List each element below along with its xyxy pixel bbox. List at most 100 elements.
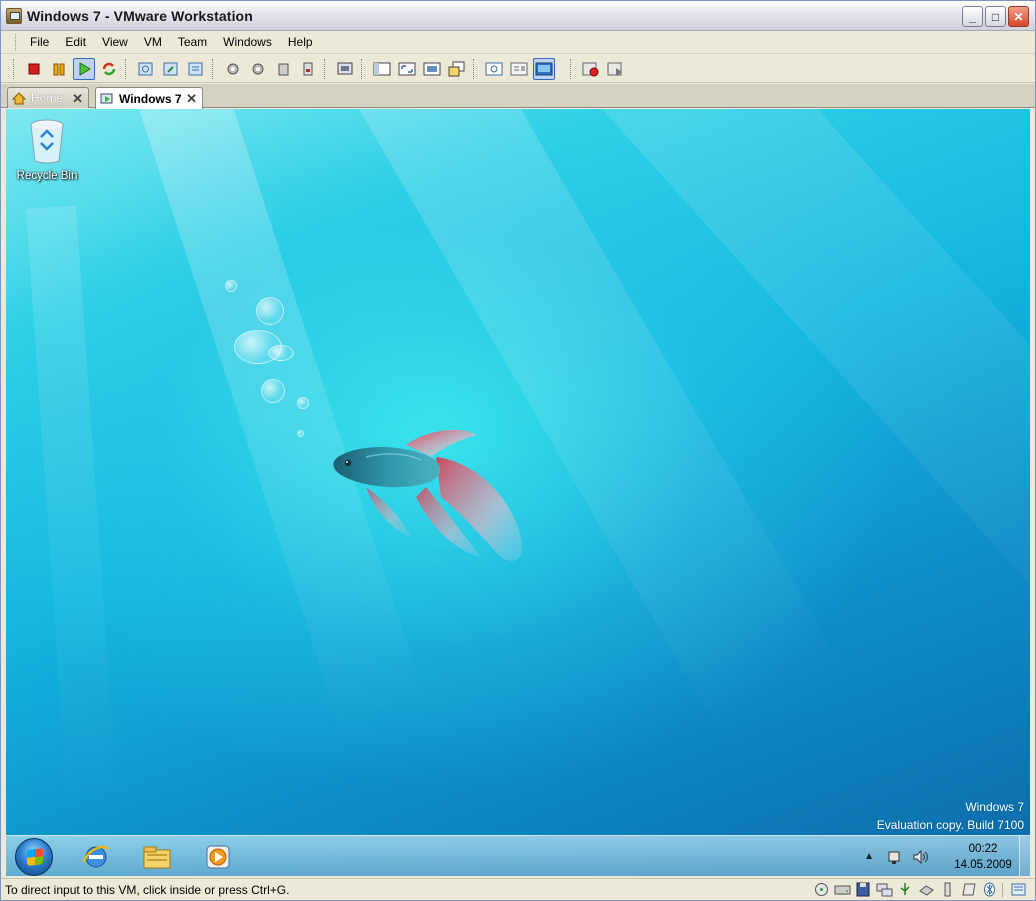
vm-console[interactable]: Recycle Bin Windows 7 Evaluation copy. B… <box>6 109 1030 876</box>
status-bar: To direct input to this VM, click inside… <box>1 878 1035 900</box>
tab-home-close-icon[interactable]: ✕ <box>72 91 83 107</box>
explorer-folder-icon <box>143 846 171 869</box>
suspend-button[interactable] <box>48 58 70 80</box>
tab-home-label: Home <box>31 91 64 105</box>
menu-help[interactable]: Help <box>280 33 321 51</box>
quick-switch-icon <box>423 62 440 75</box>
quick-switch-button[interactable] <box>421 58 443 80</box>
unity-button[interactable] <box>446 58 468 80</box>
start-button[interactable] <box>15 838 53 876</box>
snapshot-manager-button[interactable] <box>185 58 207 80</box>
taskbar-pin-internet-explorer[interactable] <box>78 840 114 874</box>
volume-icon[interactable] <box>912 849 930 865</box>
vmware-window: Windows 7 - VMware Workstation _ □ ✕ Fil… <box>0 0 1036 901</box>
power-on-button[interactable] <box>72 57 95 80</box>
recycle-bin-icon <box>30 119 64 164</box>
tab-windows-7-label: Windows 7 <box>119 91 182 106</box>
reset-button[interactable] <box>98 58 120 80</box>
console-view-button[interactable] <box>532 57 555 80</box>
power-off-button[interactable] <box>23 58 45 80</box>
window-title: Windows 7 - VMware Workstation <box>27 7 253 24</box>
team-button-3[interactable] <box>272 58 294 80</box>
menu-file[interactable]: File <box>22 33 57 51</box>
taskbar-pin-media-player[interactable] <box>200 840 236 874</box>
console-right-border <box>1030 109 1035 876</box>
title-bar[interactable]: Windows 7 - VMware Workstation _ □ ✕ <box>1 1 1035 31</box>
clock-date: 14.05.2009 <box>954 858 1012 871</box>
summary-icon <box>485 62 502 75</box>
team-button-2[interactable] <box>247 58 269 80</box>
show-sidebar-button[interactable] <box>371 58 393 80</box>
maximize-button[interactable]: □ <box>985 6 1006 27</box>
full-screen-button[interactable] <box>396 58 418 80</box>
capture-button[interactable] <box>334 58 356 80</box>
serial-port-icon[interactable] <box>960 882 977 897</box>
summary-view-button[interactable] <box>483 58 505 80</box>
message-log-icon[interactable] <box>1010 882 1027 897</box>
internet-explorer-icon <box>82 845 109 868</box>
unity-icon <box>448 61 464 76</box>
menu-grip[interactable] <box>15 33 18 51</box>
printer-icon[interactable] <box>939 882 956 897</box>
recycle-bin[interactable]: Recycle Bin <box>12 117 82 182</box>
show-hidden-icons-icon[interactable]: ▲ <box>864 851 874 862</box>
bluetooth-icon[interactable] <box>981 882 998 897</box>
pause-icon <box>53 63 64 75</box>
menu-view[interactable]: View <box>94 33 136 51</box>
network-adapter-icon[interactable] <box>876 882 893 897</box>
tab-home[interactable]: Home ✕ <box>7 87 89 108</box>
device-icon <box>303 62 312 75</box>
action-center-icon[interactable] <box>886 849 904 865</box>
snapshot-manager-icon <box>188 62 202 75</box>
tab-windows-7-close-icon[interactable]: ✕ <box>186 91 197 107</box>
close-button[interactable]: ✕ <box>1008 6 1029 27</box>
gear-icon <box>227 63 238 74</box>
team-button-1[interactable] <box>222 58 244 80</box>
appliance-view-button[interactable] <box>508 58 530 80</box>
usb-icon[interactable] <box>897 882 914 897</box>
toolbar-grip[interactable] <box>13 58 17 79</box>
reset-icon <box>102 62 115 75</box>
clock[interactable]: 00:22 14.05.2009 <box>948 841 1018 873</box>
replay-icon <box>607 62 622 76</box>
snapshot-button[interactable] <box>135 58 157 80</box>
sound-card-icon[interactable] <box>918 882 935 897</box>
menu-edit[interactable]: Edit <box>57 33 94 51</box>
appliance-icon <box>510 62 527 75</box>
bubble <box>297 397 309 409</box>
toolbar <box>1 55 1035 83</box>
sidebar-icon <box>373 62 390 75</box>
gear-icon <box>252 63 263 74</box>
evaluation-watermark: Windows 7 Evaluation copy. Build 7100 <box>877 798 1024 834</box>
stop-icon <box>28 63 39 74</box>
floppy-icon[interactable] <box>855 882 872 897</box>
tab-strip: Home ✕ Windows 7 ✕ <box>1 84 1035 109</box>
system-tray: ▲ 00:22 14.05.2009 <box>864 836 1018 876</box>
status-separator <box>1002 882 1006 897</box>
cd-rom-icon[interactable] <box>813 882 830 897</box>
menu-windows[interactable]: Windows <box>215 33 280 51</box>
revert-snapshot-button[interactable] <box>160 58 182 80</box>
taskbar-pin-explorer[interactable] <box>139 840 175 874</box>
team-button-4[interactable] <box>297 58 319 80</box>
hard-disk-icon[interactable] <box>834 882 851 897</box>
menu-vm[interactable]: VM <box>136 33 170 51</box>
bubble <box>261 379 285 403</box>
cylinder-icon <box>278 63 288 75</box>
snapshot-icon <box>138 62 152 75</box>
device-status-icons <box>813 882 1027 897</box>
minimize-button[interactable]: _ <box>962 6 983 27</box>
record-button[interactable] <box>580 58 602 80</box>
show-desktop-button[interactable] <box>1019 836 1030 876</box>
toolbar-separator <box>361 58 365 79</box>
record-icon <box>582 62 598 76</box>
bubble <box>268 345 294 361</box>
console-icon <box>535 62 552 75</box>
menu-bar: File Edit View VM Team Windows Help <box>1 31 1035 54</box>
capture-icon <box>337 62 352 74</box>
home-icon <box>12 91 26 104</box>
clock-time: 00:22 <box>968 842 998 855</box>
replay-button[interactable] <box>605 58 627 80</box>
menu-team[interactable]: Team <box>170 33 215 51</box>
tab-windows-7[interactable]: Windows 7 ✕ <box>95 87 203 109</box>
